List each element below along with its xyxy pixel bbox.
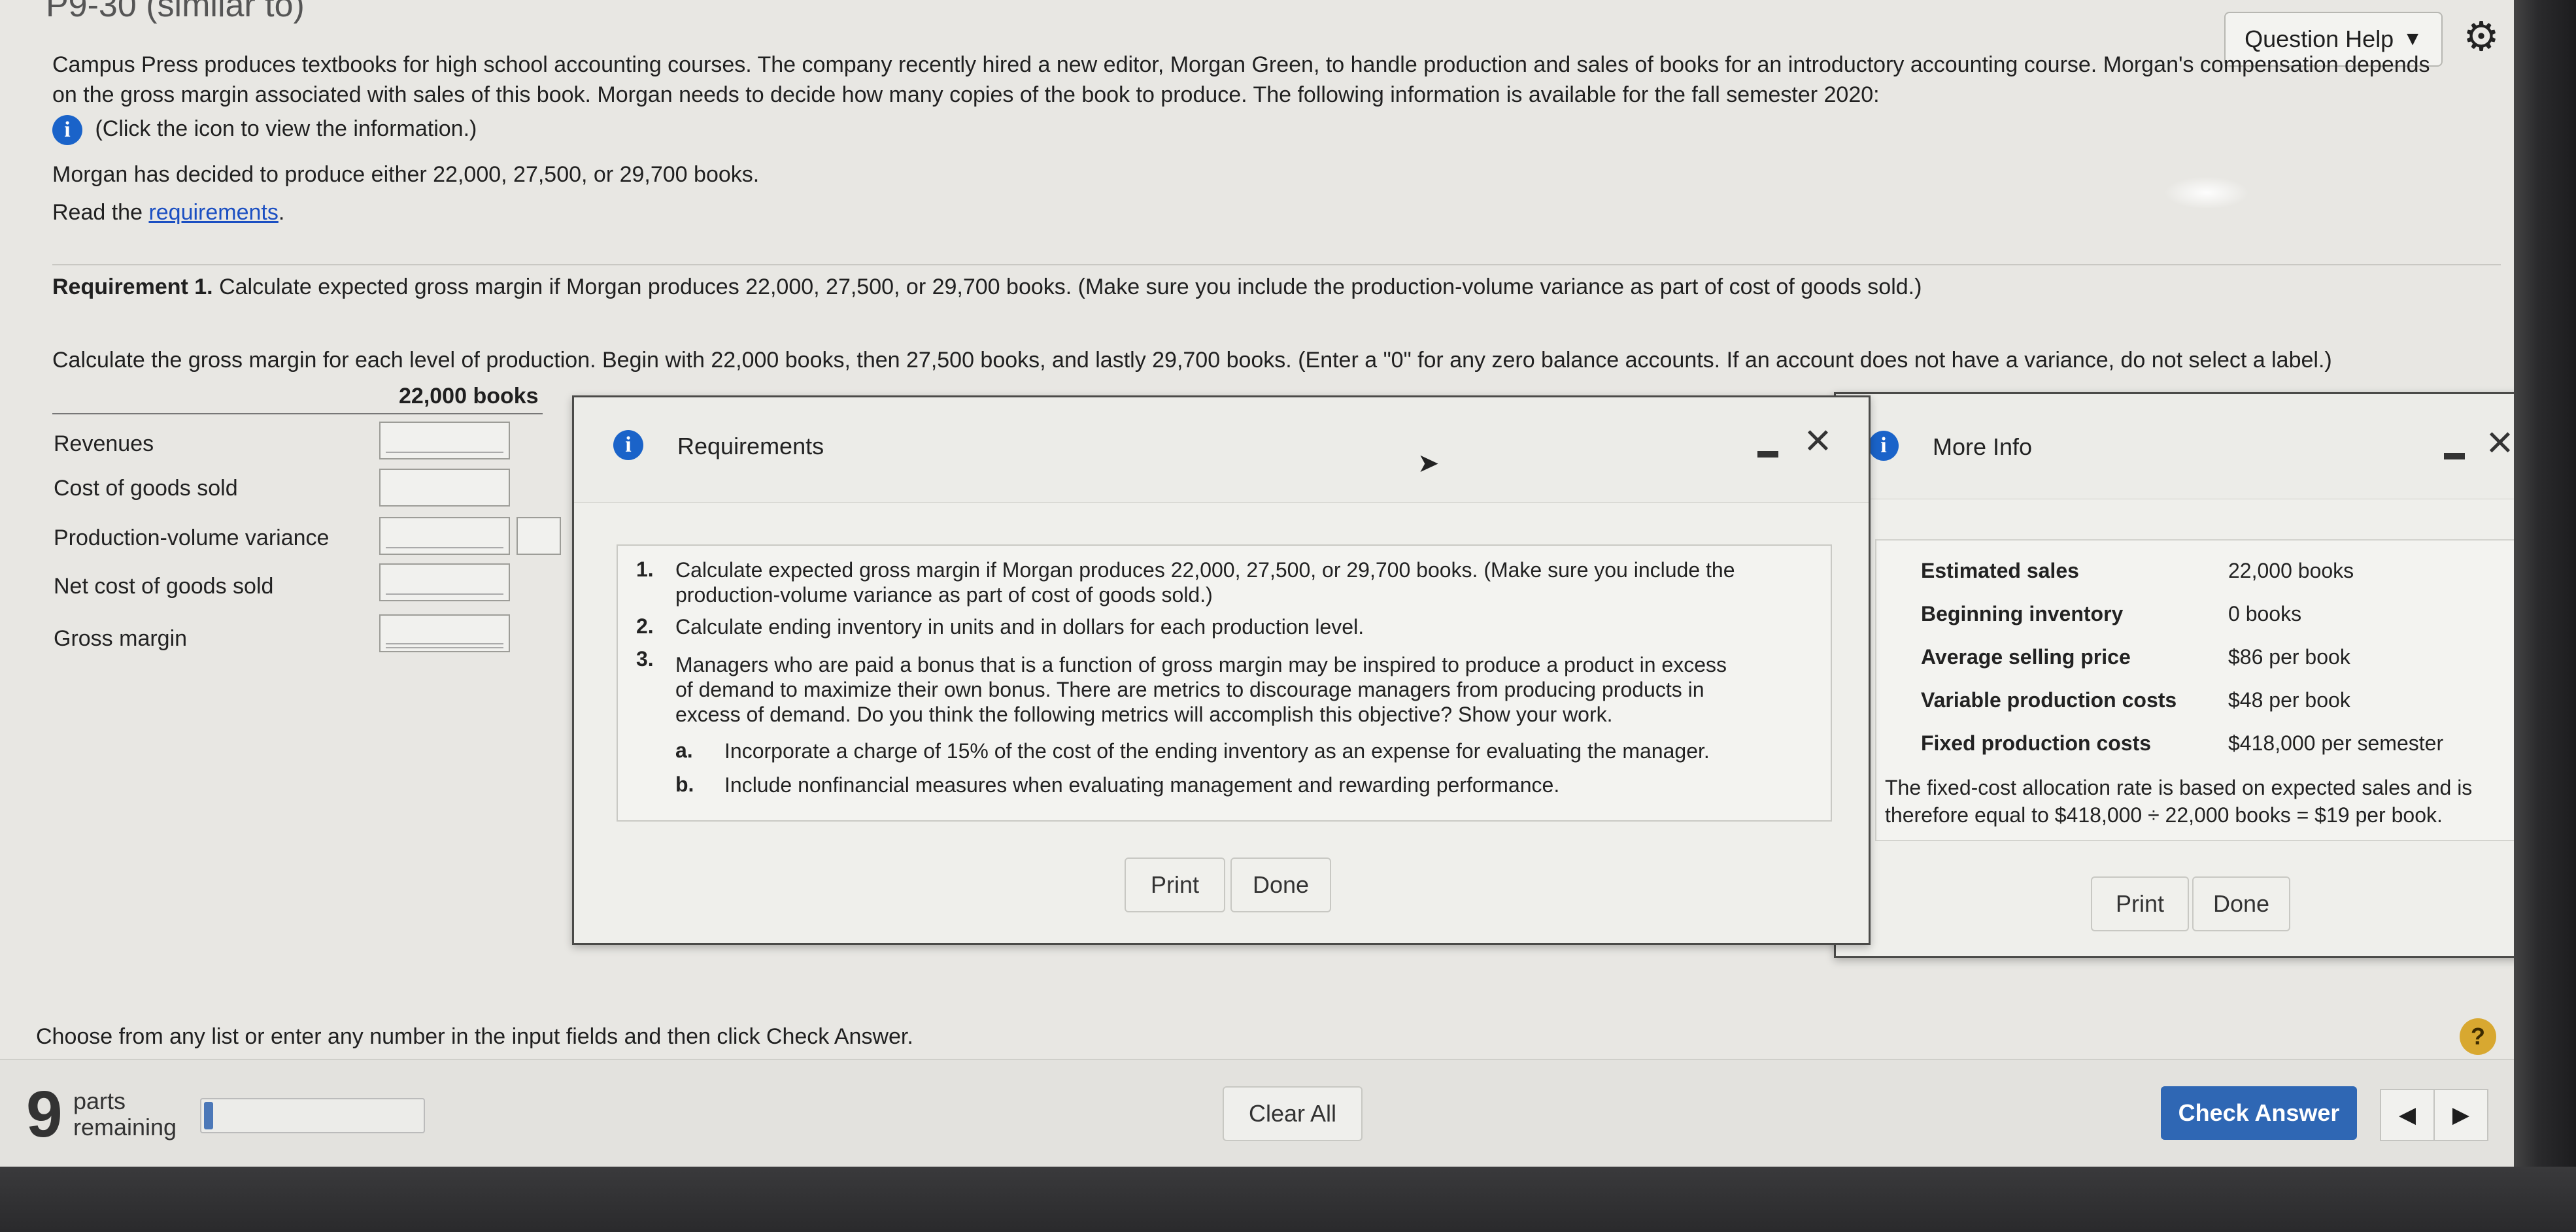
info-label-sales: Estimated sales xyxy=(1921,559,2079,582)
check-answer-button[interactable]: Check Answer xyxy=(2161,1086,2357,1140)
problem-intro-line1: Campus Press produces textbooks for high… xyxy=(52,52,2430,77)
requirements-link[interactable]: requirements xyxy=(148,200,278,225)
gross-margin-input[interactable] xyxy=(379,614,510,652)
previous-arrow-icon[interactable]: ◀ xyxy=(2380,1089,2435,1141)
more-info-title: More Info xyxy=(1933,433,2033,460)
read-requirements-row: Read the requirements. xyxy=(52,199,284,226)
cogs-input[interactable] xyxy=(379,469,510,507)
pv-variance-label-select[interactable] xyxy=(517,517,561,555)
req-item-3-line3: excess of demand. Do you think the follo… xyxy=(675,703,1613,726)
minimize-icon[interactable] xyxy=(2444,453,2465,459)
app-screen: P9-30 (similar to) Question Help ▼ ⚙ Cam… xyxy=(0,0,2514,1167)
net-cogs-input[interactable] xyxy=(379,563,510,601)
requirements-info-icon: i xyxy=(613,430,643,460)
more-info-done-button[interactable]: Done xyxy=(2192,876,2290,931)
mouse-cursor-icon: ➤ xyxy=(1417,449,1440,478)
next-arrow-icon[interactable]: ▶ xyxy=(2433,1089,2488,1141)
req-item-1-number: 1. xyxy=(636,558,654,581)
read-suffix: . xyxy=(278,200,285,225)
info-link-row: i (Click the icon to view the informatio… xyxy=(52,115,477,146)
close-icon[interactable]: × xyxy=(1805,417,1831,463)
info-value-selling-price: $86 per book xyxy=(2228,645,2350,669)
revenues-input[interactable] xyxy=(379,422,510,459)
req-item-1-line1: Calculate expected gross margin if Morga… xyxy=(675,558,1735,582)
requirements-title: Requirements xyxy=(677,433,824,459)
answer-hint: Choose from any list or enter any number… xyxy=(36,1024,913,1049)
req-item-2-line1: Calculate ending inventory in units and … xyxy=(675,615,1364,639)
pv-variance-input[interactable] xyxy=(379,517,510,555)
screen-glare xyxy=(2164,176,2249,209)
req-item-3-line1: Managers who are paid a bonus that is a … xyxy=(675,653,1727,676)
req-sub-b-text: Include nonfinancial measures when evalu… xyxy=(724,773,1560,797)
more-info-header: i More Info × xyxy=(1836,394,2514,499)
monitor-bezel-right xyxy=(2514,0,2576,1167)
info-value-fixed-costs: $418,000 per semester xyxy=(2228,731,2444,755)
info-value-beginning-inventory: 0 books xyxy=(2228,602,2302,625)
info-note-line2: therefore equal to $418,000 ÷ 22,000 boo… xyxy=(1885,803,2443,827)
more-info-icon: i xyxy=(1869,431,1899,461)
req-sub-a-letter: a. xyxy=(675,739,693,762)
row-label-revenues: Revenues xyxy=(54,431,154,456)
divider xyxy=(52,264,2501,265)
problem-intro-line2: on the gross margin associated with sale… xyxy=(52,82,1880,107)
read-prefix: Read the xyxy=(52,200,149,225)
info-value-variable-costs: $48 per book xyxy=(2228,688,2350,712)
caret-down-icon: ▼ xyxy=(2403,28,2422,50)
info-label-beginning-inventory: Beginning inventory xyxy=(1921,602,2124,625)
req-sub-b-letter: b. xyxy=(675,773,694,796)
requirements-print-button[interactable]: Print xyxy=(1125,857,1225,912)
info-label-variable-costs: Variable production costs xyxy=(1921,688,2177,712)
req1-bold: Requirement 1. xyxy=(52,275,213,299)
monitor-bezel-bottom xyxy=(0,1167,2576,1232)
help-icon[interactable]: ? xyxy=(2460,1018,2496,1055)
more-info-dialog: i More Info × Estimated sales 22,000 boo… xyxy=(1834,392,2514,958)
req-item-3-line2: of demand to maximize their own bonus. T… xyxy=(675,678,1704,701)
requirements-done-button[interactable]: Done xyxy=(1230,857,1331,912)
progress-fill xyxy=(204,1102,213,1129)
requirements-dialog: i Requirements × ➤ 1. Calculate expected… xyxy=(572,395,1871,945)
requirements-header: i Requirements × ➤ xyxy=(574,397,1869,503)
req-item-2-number: 2. xyxy=(636,614,654,638)
row-label-net-cogs: Net cost of goods sold xyxy=(54,574,274,599)
column-header: 22,000 books xyxy=(399,384,539,408)
parts-label-1: parts xyxy=(73,1088,126,1114)
info-label-fixed-costs: Fixed production costs xyxy=(1921,731,2152,755)
click-icon-text: (Click the icon to view the information.… xyxy=(95,116,477,141)
progress-bar xyxy=(200,1098,425,1133)
row-label-pv-variance: Production-volume variance xyxy=(54,525,330,550)
instruction-text: Calculate the gross margin for each leve… xyxy=(52,348,2332,373)
requirement-1: Requirement 1. Calculate expected gross … xyxy=(52,273,2498,301)
req-sub-a-text: Incorporate a charge of 15% of the cost … xyxy=(724,739,1710,763)
info-note-line1: The fixed-cost allocation rate is based … xyxy=(1885,776,2473,799)
more-info-print-button[interactable]: Print xyxy=(2091,876,2189,931)
row-label-cogs: Cost of goods sold xyxy=(54,476,238,501)
info-icon[interactable]: i xyxy=(52,115,82,146)
minimize-icon[interactable] xyxy=(1757,451,1778,458)
req1-text: Calculate expected gross margin if Morga… xyxy=(212,275,1922,299)
info-label-selling-price: Average selling price xyxy=(1921,645,2131,669)
close-icon[interactable]: × xyxy=(2486,419,2513,465)
row-label-gross-margin: Gross margin xyxy=(54,626,188,651)
question-help-label: Question Help xyxy=(2245,25,2394,52)
table-header-rule xyxy=(52,413,543,414)
req-item-3-number: 3. xyxy=(636,647,654,671)
page-title: P9-30 (similar to) xyxy=(46,0,305,24)
parts-count: 9 xyxy=(26,1078,63,1151)
decision-text: Morgan has decided to produce either 22,… xyxy=(52,162,760,187)
clear-all-button[interactable]: Clear All xyxy=(1223,1086,1363,1141)
parts-label-2: remaining xyxy=(73,1114,177,1140)
info-value-sales: 22,000 books xyxy=(2228,559,2354,582)
req-item-1-line2: production-volume variance as part of co… xyxy=(675,583,1213,607)
